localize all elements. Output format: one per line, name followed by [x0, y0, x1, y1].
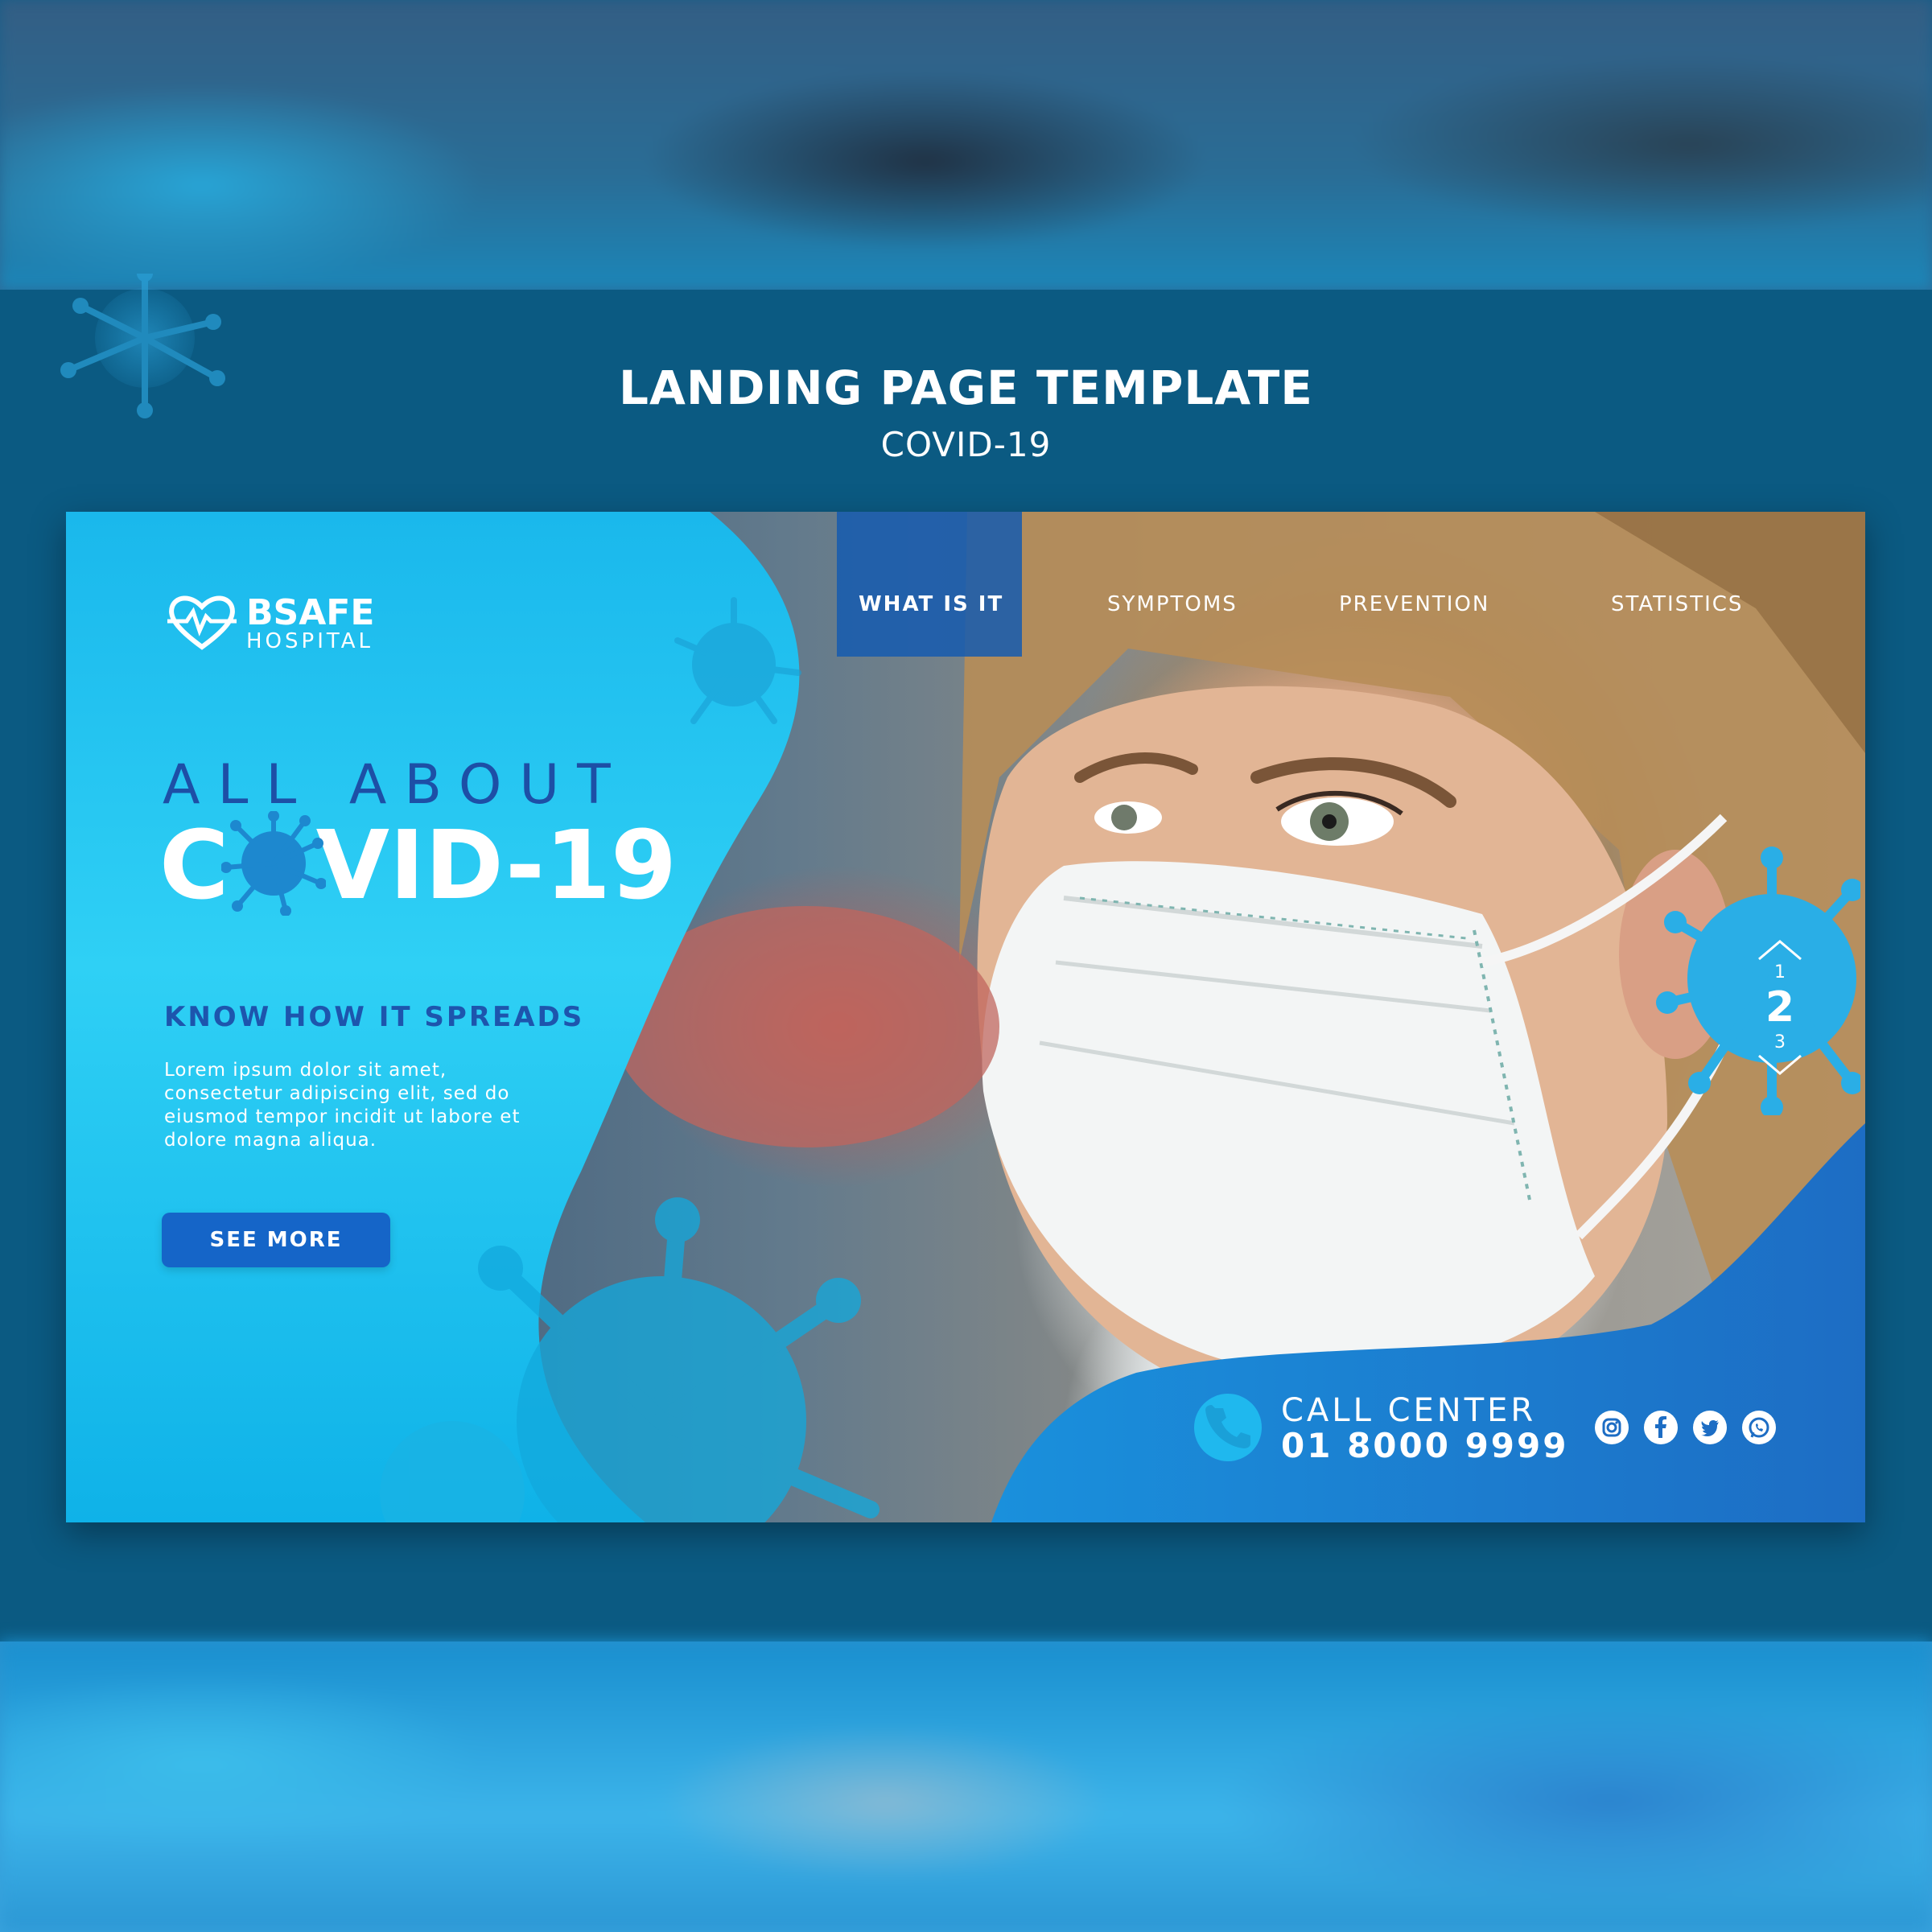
brand-name: BSAFE [246, 592, 375, 633]
blurred-background-top [0, 0, 1932, 290]
pager-prev[interactable]: 1 [1748, 962, 1812, 982]
whatsapp-icon[interactable] [1742, 1411, 1776, 1444]
virus-o-icon [220, 811, 326, 916]
preview-title: LANDING PAGE TEMPLATE [619, 360, 1313, 415]
hero-heading-line1: ALL ABOUT [163, 753, 628, 817]
nav-prevention[interactable]: PREVENTION [1339, 592, 1489, 616]
hero-body-text: Lorem ipsum dolor sit amet, consectetur … [164, 1060, 521, 1151]
brand-subname: HOSPITAL [246, 629, 374, 653]
phone-icon[interactable] [1194, 1394, 1262, 1461]
nav-symptoms[interactable]: SYMPTOMS [1107, 592, 1238, 616]
brand-logo[interactable]: BSAFE HOSPITAL [167, 589, 409, 653]
slide-pager: 1 2 3 [1748, 938, 1812, 1099]
nav-active-highlight [837, 512, 1022, 657]
nav-what-is-it[interactable]: WHAT IS IT [859, 592, 1003, 616]
hero-tagline: KNOW HOW IT SPREADS [164, 1001, 585, 1033]
nav-statistics[interactable]: STATISTICS [1611, 592, 1743, 616]
preview-subtitle: COVID-19 [880, 425, 1052, 464]
hero-heading-suffix: VID-19 [315, 809, 678, 921]
chevron-down-icon[interactable] [1756, 1053, 1804, 1077]
call-center-label: CALL CENTER [1281, 1392, 1537, 1429]
twitter-icon[interactable] [1693, 1411, 1727, 1444]
landing-page-card: BSAFE HOSPITAL WHAT IS IT SYMPTOMS PREVE… [66, 512, 1865, 1522]
pager-next[interactable]: 3 [1748, 1032, 1812, 1053]
see-more-button[interactable]: SEE MORE [162, 1213, 390, 1267]
instagram-icon[interactable] [1595, 1411, 1629, 1444]
hero-heading-prefix: C [159, 809, 229, 921]
call-center-number[interactable]: 01 8000 9999 [1281, 1426, 1568, 1465]
pager-current: 2 [1765, 983, 1795, 1032]
hero-heading-line2: C VID-19 [159, 809, 677, 921]
heart-pulse-icon [167, 595, 237, 650]
blurred-background-bottom [0, 1642, 1932, 1932]
chevron-up-icon[interactable] [1756, 938, 1804, 962]
facebook-icon[interactable] [1644, 1411, 1678, 1444]
